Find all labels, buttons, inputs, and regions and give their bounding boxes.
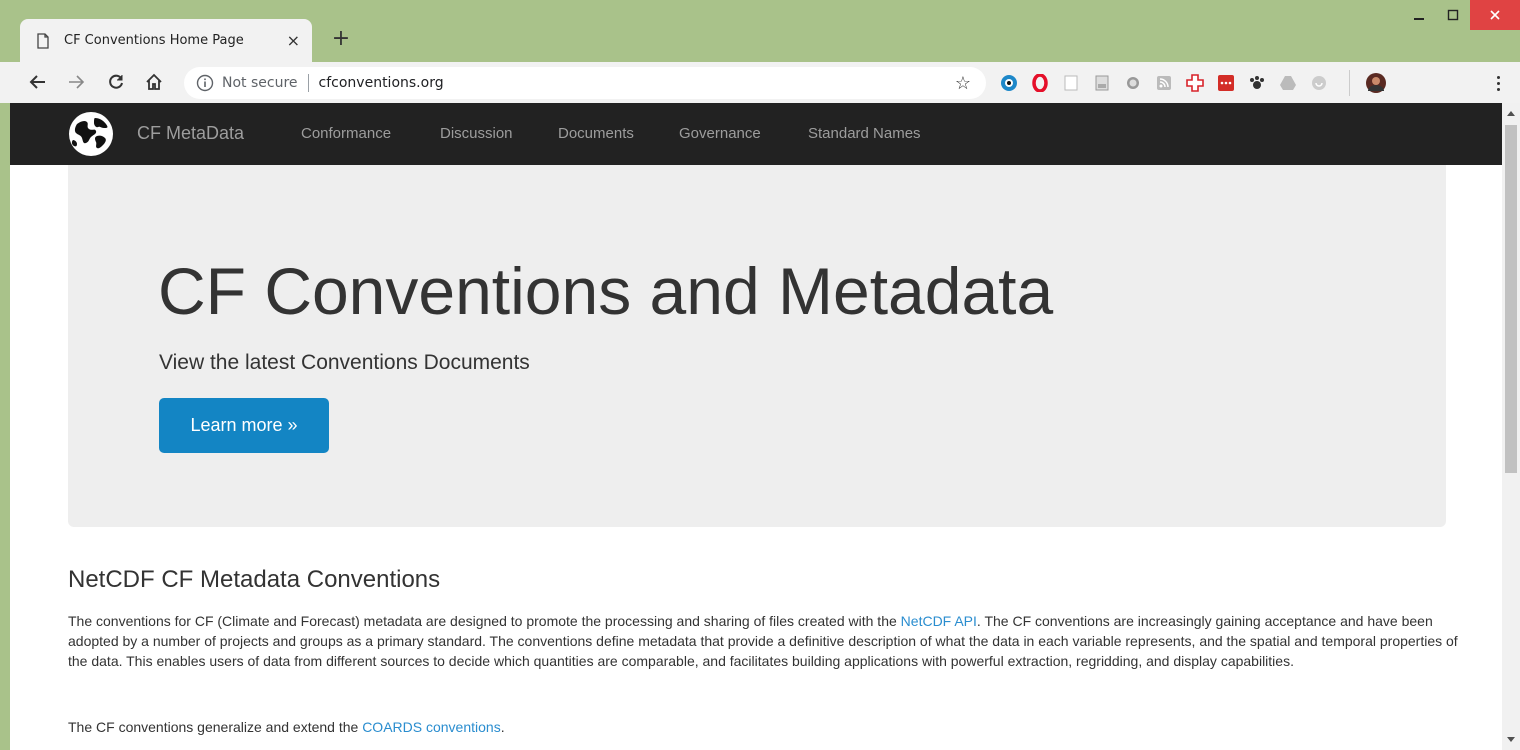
rss-extension-icon[interactable]: [1151, 70, 1177, 96]
forward-button[interactable]: [62, 68, 90, 96]
reload-icon: [109, 74, 123, 89]
back-arrow-icon: [29, 75, 45, 89]
opera-extension-icon[interactable]: [1027, 70, 1053, 96]
intro-text-start: The conventions for CF (Climate and Fore…: [68, 613, 901, 629]
minimize-button[interactable]: [1402, 0, 1436, 30]
page-viewport: CF MetaData Conformance Discussion Docum…: [10, 103, 1502, 750]
extensions-bar: [996, 70, 1394, 96]
lastpass-extension-icon[interactable]: [1213, 70, 1239, 96]
nav-link-standard-names[interactable]: Standard Names: [808, 125, 921, 142]
netcdf-api-link[interactable]: NetCDF API: [901, 613, 977, 629]
scroll-down-icon[interactable]: [1507, 737, 1515, 742]
coards-text-end: .: [500, 719, 505, 735]
hero-section: CF Conventions and Metadata View the lat…: [68, 165, 1446, 527]
window-controls: [1402, 0, 1520, 30]
section-title: NetCDF CF Metadata Conventions: [68, 566, 441, 593]
nav-link-discussion[interactable]: Discussion: [440, 125, 513, 142]
scroll-up-icon[interactable]: [1507, 111, 1515, 116]
coards-paragraph: The CF conventions generalize and extend…: [68, 717, 1458, 737]
intro-paragraph: The conventions for CF (Climate and Fore…: [68, 611, 1458, 671]
address-divider: [307, 74, 309, 92]
bookmark-star-icon[interactable]: ☆: [950, 70, 976, 96]
scroll-thumb[interactable]: [1505, 125, 1517, 473]
blank-page-extension-icon[interactable]: [1058, 70, 1084, 96]
maximize-button[interactable]: [1436, 0, 1470, 30]
home-icon: [146, 73, 162, 90]
browser-tab[interactable]: CF Conventions Home Page ×: [20, 19, 312, 62]
brand-link[interactable]: CF MetaData: [137, 123, 244, 144]
profile-avatar[interactable]: [1349, 70, 1389, 96]
info-icon[interactable]: [196, 74, 214, 92]
paw-extension-icon[interactable]: [1244, 70, 1270, 96]
back-button[interactable]: [24, 68, 52, 96]
learn-more-button[interactable]: Learn more »: [159, 398, 329, 453]
reload-button[interactable]: [102, 68, 130, 96]
coards-text-start: The CF conventions generalize and extend…: [68, 719, 363, 735]
globe-logo-icon[interactable]: [67, 110, 115, 158]
url-text[interactable]: cfconventions.org: [319, 75, 950, 91]
vertical-scrollbar[interactable]: [1502, 103, 1520, 750]
close-window-button[interactable]: [1470, 0, 1520, 30]
eye-extension-icon[interactable]: [996, 70, 1022, 96]
nav-link-documents[interactable]: Documents: [558, 125, 634, 142]
browser-toolbar: Not secure cfconventions.org ☆: [0, 62, 1520, 103]
security-label[interactable]: Not secure: [222, 75, 298, 91]
document-extension-icon[interactable]: [1089, 70, 1115, 96]
plus-cross-extension-icon[interactable]: [1182, 70, 1208, 96]
hero-subtitle: View the latest Conventions Documents: [159, 351, 530, 374]
browser-menu-icon[interactable]: [1488, 70, 1508, 96]
coards-conventions-link[interactable]: COARDS conventions: [362, 719, 501, 735]
nav-link-conformance[interactable]: Conformance: [301, 125, 391, 142]
tab-close-icon[interactable]: ×: [287, 31, 300, 50]
home-button[interactable]: [140, 68, 168, 96]
title-bar: CF Conventions Home Page × +: [0, 0, 1520, 62]
tab-title: CF Conventions Home Page: [64, 33, 244, 48]
address-bar[interactable]: Not secure cfconventions.org ☆: [184, 67, 986, 99]
nav-link-governance[interactable]: Governance: [679, 125, 761, 142]
hero-title: CF Conventions and Metadata: [158, 254, 1054, 328]
new-tab-button[interactable]: +: [327, 25, 355, 53]
circle-extension-icon[interactable]: [1120, 70, 1146, 96]
site-navbar: CF MetaData Conformance Discussion Docum…: [10, 103, 1502, 165]
smiley-extension-icon[interactable]: [1306, 70, 1332, 96]
page-icon: [36, 32, 50, 49]
forward-arrow-icon: [69, 75, 85, 89]
drive-extension-icon[interactable]: [1275, 70, 1301, 96]
